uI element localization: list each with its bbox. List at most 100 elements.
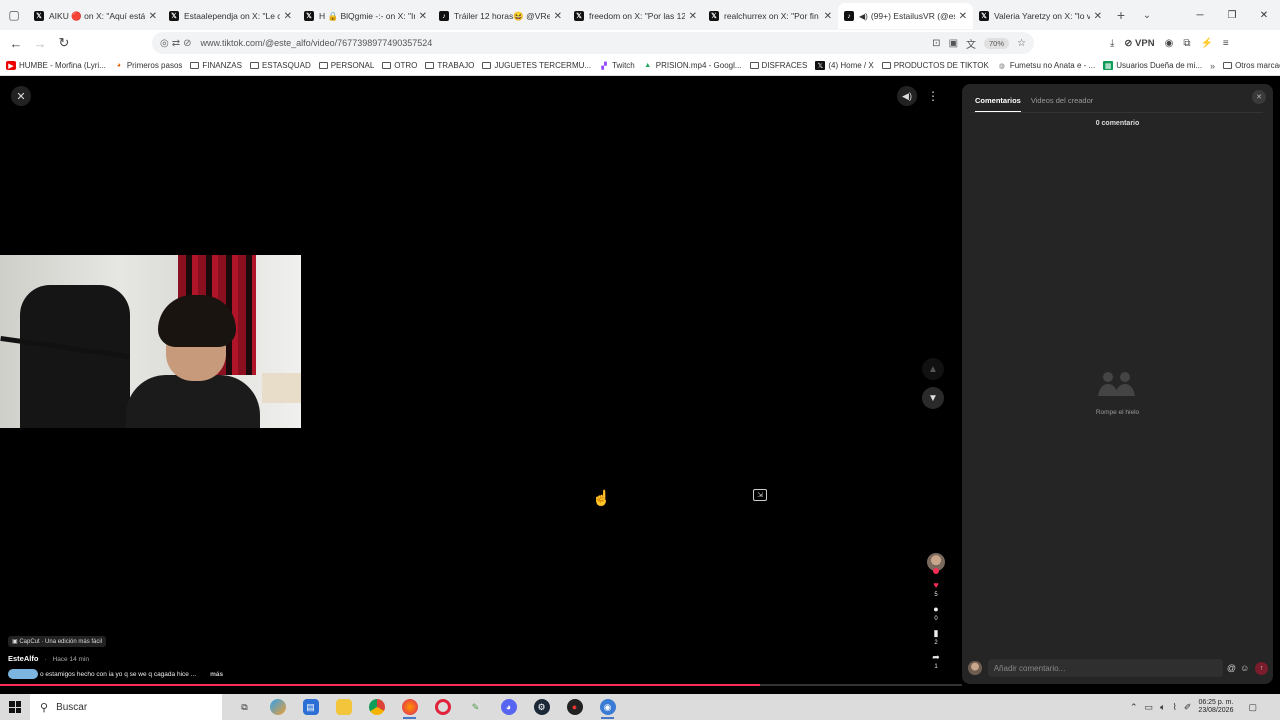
tab-close-icon[interactable]: ✕ [554,11,562,22]
tab-close-icon[interactable]: ✕ [419,11,427,22]
restore-icon[interactable]: ❐ [1216,10,1248,21]
capcut-badge[interactable]: ▣ CapCut · Una edición más fácil [8,636,107,647]
bookmark-item[interactable]: DISFRACES [749,61,807,70]
tab-close-icon[interactable]: ✕ [284,11,292,22]
screenshot-icon[interactable]: ▣ [949,38,958,49]
comment-input[interactable] [987,659,1223,677]
bookmark-icon[interactable]: ▮ [934,629,939,638]
tab-actions-icon[interactable]: ▢ [0,0,28,30]
close-icon[interactable]: ✕ [11,86,31,106]
start-button[interactable] [0,694,30,720]
more-options-icon[interactable]: ⋮ [924,86,942,106]
clock[interactable]: 06:25 p. m. 23/08/2026 [1198,699,1233,716]
tab-close-icon[interactable]: ✕ [149,11,157,22]
url-text[interactable]: www.tiktok.com/@este_alfo/video/76773989… [200,38,932,48]
forward-icon[interactable]: → [28,36,52,51]
browser-tab[interactable]: 𝕏 AIKU 🔴 on X: "Aquí está n ✕ [28,3,163,29]
tab-close-icon[interactable]: ✕ [1094,11,1102,22]
volume-tray-icon[interactable]: 🔈︎ [1160,702,1165,713]
previous-video-icon[interactable]: ▲ [922,358,944,380]
comment-icon[interactable]: ● [933,605,938,614]
bookmark-item[interactable]: ▶ HUMBE - Morfina (Lyri... [6,61,106,70]
tab-search-icon[interactable]: ⌄ [1134,10,1160,21]
browser-tab[interactable]: 𝕏 Estaalependja on X: "Le car ✕ [163,3,298,29]
close-window-icon[interactable]: ✕ [1248,10,1280,21]
translate-icon[interactable]: 文 [966,36,976,51]
pen-tool-icon[interactable]: ✎ [459,694,492,720]
send-icon[interactable]: ↑ [1255,661,1268,675]
volume-icon[interactable]: ◀) [897,86,917,106]
tab-creator-videos[interactable]: Videos del creador [1031,96,1093,112]
close-panel-icon[interactable]: ✕ [1252,90,1266,104]
tab-comments[interactable]: Comentarios [975,96,1021,112]
copilot-icon[interactable] [261,694,294,720]
recorder-icon[interactable]: ● [558,694,591,720]
steam-icon[interactable]: ⚙ [525,694,558,720]
more-bookmarks-icon[interactable]: » [1210,61,1215,71]
taskbar-search[interactable]: ⚲ Buscar [30,694,222,720]
discord-icon[interactable]: ◕ [492,694,525,720]
bookmark-item[interactable]: OTRO [382,61,417,70]
bookmark-item[interactable]: ▲ PRISION.mp4 - Googl... [643,61,741,70]
url-field[interactable]: ◎⇄⊘ www.tiktok.com/@este_alfo/video/7677… [152,32,1034,54]
browser-tab[interactable]: 𝕏freedom on X: "Por las 12 ✕ [568,3,703,29]
pen-icon[interactable]: ✐ [1184,702,1192,713]
menu-icon[interactable]: ≡ [1223,38,1229,49]
bookmark-item[interactable]: 𝕏 (4) Home / X [815,61,874,70]
video-progress-bar[interactable] [0,684,962,686]
bookmark-item[interactable]: ◕ Primeros pasos [114,61,183,70]
opera-icon[interactable] [426,694,459,720]
vpn-button[interactable]: ⊘ VPN [1124,38,1154,49]
bookmark-item[interactable]: JUGUETES TERCERMU... [482,61,591,70]
file-explorer-icon[interactable] [327,694,360,720]
video-player[interactable]: ✕ ◀) ⋮ ▲ ▼ ☝ ⇲ ♥ 5 ● 0 ▮ 2 ➦ 1 ▣ CapCut … [0,77,962,687]
download-icon[interactable]: ⤓ [1110,38,1114,49]
bookmark-item[interactable]: ◍ Fumetsu no Anata e - ... [997,61,1095,70]
chrome-icon[interactable] [360,694,393,720]
minimize-icon[interactable]: ─ [1184,10,1216,21]
author-name[interactable]: EsteAlfo [8,654,38,663]
back-icon[interactable]: ← [4,36,28,51]
follow-icon[interactable] [933,568,939,574]
task-view-icon[interactable]: ⧉ [228,694,261,720]
install-app-icon[interactable]: ⊡ [932,38,940,49]
store-icon[interactable]: ▤ [294,694,327,720]
bookmark-item[interactable]: FINANZAS [190,61,242,70]
aria-icon[interactable]: ⚡ [1200,38,1212,49]
profile-icon[interactable]: ◉ [1165,38,1174,49]
bookmark-item[interactable]: TRABAJO [425,61,474,70]
like-icon[interactable]: ♥ [933,581,938,590]
picture-in-picture-icon[interactable]: ⇲ [753,489,767,501]
new-tab-button[interactable]: + [1108,7,1134,23]
bookmark-item[interactable]: PERSONAL [318,61,374,70]
notifications-icon[interactable]: ▢ [1248,702,1257,713]
chevron-up-icon[interactable]: ⌃ [1130,702,1138,713]
wifi-icon[interactable]: ⌇ [1172,702,1176,713]
share-icon[interactable]: ➦ [932,653,940,662]
tab-close-icon[interactable]: ✕ [959,11,967,22]
tab-close-icon[interactable]: ✕ [824,11,832,22]
bookmark-item[interactable]: ESTASQUAD [249,61,311,70]
bookmark-star-icon[interactable]: ☆ [1017,38,1026,49]
mention-icon[interactable]: @ [1227,663,1236,673]
other-bookmarks[interactable]: Otros marcadores [1223,61,1280,70]
network-icon[interactable]: ▭ [1145,702,1154,713]
browser-tab[interactable]: ♪ Tráiler 12 horas😆 @VRenc ✕ [433,3,568,29]
bookmark-item[interactable]: ▦ Usuarios Dueña de mi... [1103,61,1202,70]
bookmark-item[interactable]: PRODUCTOS DE TIKTOK [881,61,989,70]
browser-tab[interactable]: 𝕏 Valeria Yaretzy on X: "lo vol ✕ [973,3,1108,29]
extensions-icon[interactable]: ⧉ [1183,38,1190,49]
reload-icon[interactable]: ↻ [52,35,76,51]
browser-tab[interactable]: ♪ ◀)(99+) EstailusVR (@esta ✕ [838,3,973,29]
browser-tab[interactable]: 𝕏realchurrex on X: "Por fin a ✕ [703,3,838,29]
edge-icon[interactable]: ◉ [591,694,624,720]
tab-close-icon[interactable]: ✕ [689,11,697,22]
firefox-icon[interactable] [393,694,426,720]
site-info-icon[interactable]: ◎⇄⊘ [160,38,194,49]
browser-tab[interactable]: 𝕏 H 🔒 BlQgmie -:- on X: "In ✕ [298,3,433,29]
next-video-icon[interactable]: ▼ [922,387,944,409]
bookmark-item[interactable]: ▞ Twitch [599,61,634,70]
more-link[interactable]: más [210,671,223,678]
zoom-indicator[interactable]: 70% [984,37,1010,49]
tab-audio-icon[interactable]: ◀) [859,12,868,21]
